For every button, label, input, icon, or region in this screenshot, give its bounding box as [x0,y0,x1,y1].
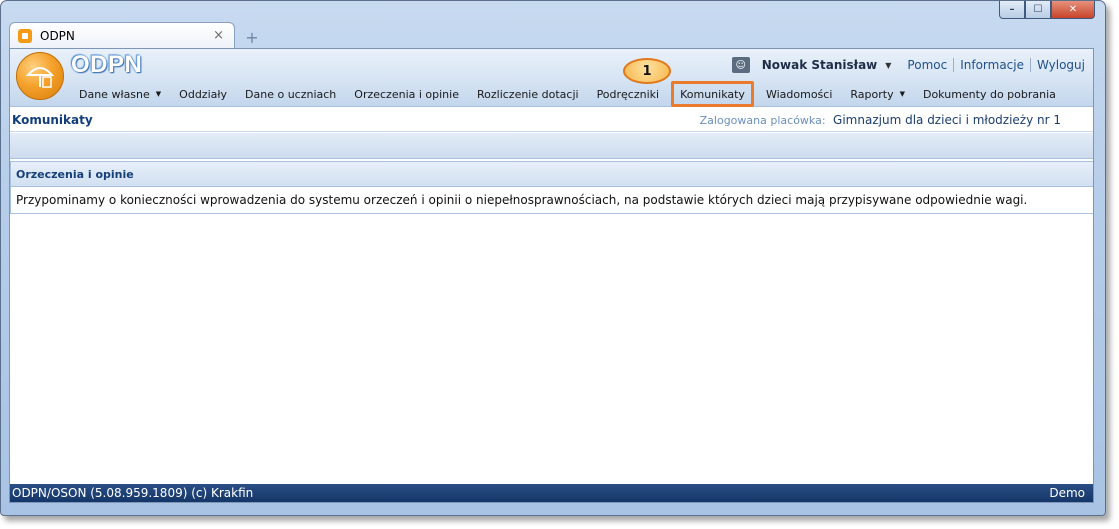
menu-item-label: Rozliczenie dotacji [476,87,579,101]
info-link[interactable]: Informacje [954,58,1031,72]
toolbar-strip [10,133,1093,159]
maximize-button[interactable]: ☐ [1025,1,1051,19]
logged-placowka: Zalogowana placówka: Gimnazjum dla dziec… [700,113,1061,127]
main-menu: Dane własne ▼ Oddziały Dane o uczniach Or… [70,81,1065,107]
chevron-down-icon: ▼ [155,90,162,98]
menu-item-label: Komunikaty [680,87,745,101]
menu-item-rozliczenie-dotacji[interactable]: Rozliczenie dotacji [468,88,588,101]
favicon-icon [18,28,32,43]
chevron-down-icon: ▼ [899,90,905,98]
panel-header: Orzeczenia i opinie [11,162,1093,187]
browser-window: – ☐ ✕ ODPN × + ODPN ☺ Nowak Stanisław ▼ … [0,0,1106,516]
menu-item-wiadomosci[interactable]: Wiadomości [757,88,841,101]
tab-title: ODPN [40,28,75,43]
page-title-bar: Komunikaty Zalogowana placówka: Gimnazju… [10,108,1093,132]
callout-badge: 1 [623,58,671,84]
placowka-value: Gimnazjum dla dzieci i młodzieży nr 1 [833,112,1061,127]
close-window-button[interactable]: ✕ [1051,1,1095,19]
user-area: ☺ Nowak Stanisław ▼ Pomoc Informacje Wyl… [731,57,1085,73]
menu-item-podreczniki[interactable]: Podręczniki [588,88,669,101]
tab-strip: ODPN × + [9,21,263,48]
placowka-label: Zalogowana placówka: [699,113,826,127]
status-bar: ODPN/OSON (5.08.959.1809) (c) Krakfin De… [10,484,1093,502]
status-version: ODPN/OSON (5.08.959.1809) (c) Krakfin [12,486,254,500]
tab-close-icon[interactable]: × [213,28,224,43]
menu-item-orzeczenia[interactable]: Orzeczenia i opinie [345,88,468,101]
logo-umbrella-icon [25,67,55,88]
message-panel: Orzeczenia i opinie Przypominamy o konie… [10,161,1093,214]
minimize-button[interactable]: – [999,1,1025,19]
new-tab-icon[interactable]: + [241,28,263,48]
menu-item-komunikaty[interactable]: Komunikaty [671,81,754,107]
user-menu-chevron-icon[interactable]: ▼ [885,61,891,70]
menu-item-label: Orzeczenia i opinie [354,87,459,101]
menu-item-label: Dane własne [79,87,150,101]
menu-item-dane-o-uczniach[interactable]: Dane o uczniach [236,88,345,101]
page-title: Komunikaty [12,112,93,127]
menu-item-label: Podręczniki [596,87,660,101]
help-link[interactable]: Pomoc [901,58,955,72]
status-mode: Demo [1049,486,1085,500]
logout-link[interactable]: Wyloguj [1031,58,1085,72]
window-controls: – ☐ ✕ [999,1,1095,19]
menu-item-label: Oddziały [179,87,228,101]
menu-item-label: Dokumenty do pobrania [922,87,1056,101]
browser-tab[interactable]: ODPN × [9,22,235,48]
umbrella-calculator-icon [16,52,64,100]
menu-item-raporty[interactable]: Raporty ▼ [841,88,914,101]
menu-item-dane-wlasne[interactable]: Dane własne ▼ [70,88,170,101]
menu-item-label: Dane o uczniach [245,87,337,101]
menu-item-label: Raporty [850,87,894,101]
menu-item-label: Wiadomości [765,87,833,101]
user-avatar-icon: ☺ [731,57,750,73]
app-header: ODPN ☺ Nowak Stanisław ▼ Pomoc Informacj… [10,49,1093,107]
user-name[interactable]: Nowak Stanisław [762,58,878,72]
app-logo-text: ODPN [71,51,143,78]
app-viewport: ODPN ☺ Nowak Stanisław ▼ Pomoc Informacj… [9,48,1094,503]
menu-item-dokumenty[interactable]: Dokumenty do pobrania [914,88,1065,101]
panel-message: Przypominamy o konieczności wprowadzenia… [16,193,1028,207]
menu-item-oddzialy[interactable]: Oddziały [170,88,236,101]
